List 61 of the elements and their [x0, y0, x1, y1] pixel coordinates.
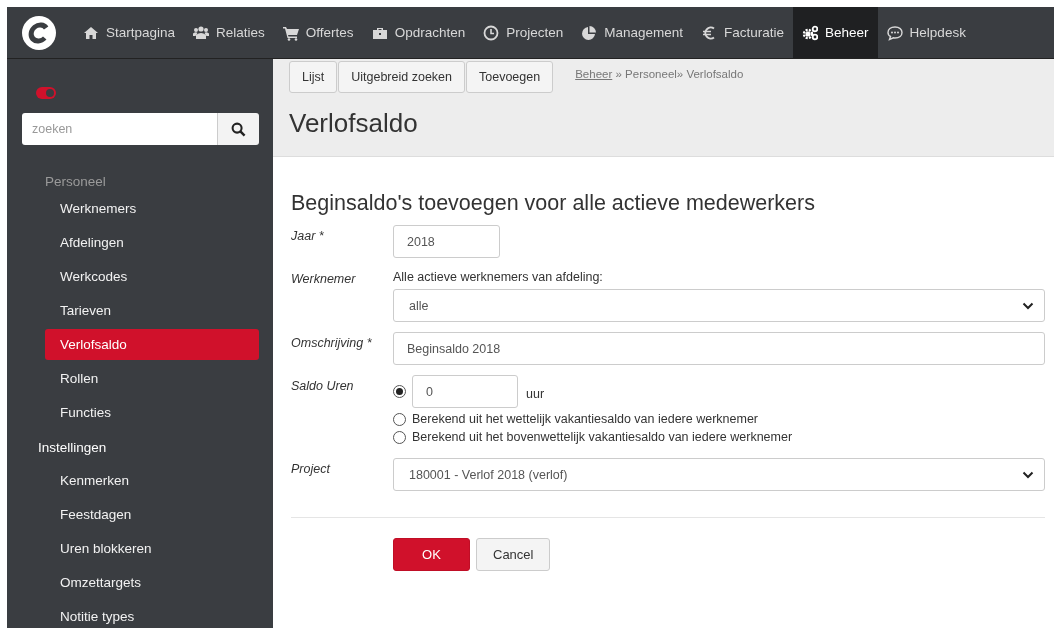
- logo-icon[interactable]: [22, 15, 56, 50]
- sidebar-item[interactable]: Afdelingen: [45, 227, 259, 258]
- form-heading: Beginsaldo's toevoegen voor alle actieve medewerkers: [291, 191, 815, 216]
- nav-item[interactable]: Helpdesk: [877, 7, 975, 58]
- sidebar-item[interactable]: Notitie types: [45, 601, 259, 628]
- field-label: Omschrijving *: [291, 335, 373, 352]
- breadcrumb-link[interactable]: Beheer: [575, 68, 613, 80]
- sidebar-item[interactable]: Tarieven: [45, 295, 259, 326]
- text-field[interactable]: 2018: [393, 225, 500, 258]
- unit-label: uur: [526, 385, 545, 401]
- nav-item[interactable]: Facturatie: [692, 7, 794, 58]
- cart-icon: [282, 24, 299, 41]
- toolbar-button[interactable]: Lijst: [289, 61, 338, 93]
- nav-item[interactable]: Management: [572, 7, 693, 58]
- sidebar-group: Personeel: [22, 171, 259, 193]
- sidebar-item[interactable]: Omzettargets: [45, 567, 259, 598]
- dropdown[interactable]: 180001 - Verlof 2018 (verlof): [393, 458, 1045, 491]
- hours-field[interactable]: 0: [412, 375, 518, 408]
- radio-button[interactable]: [393, 385, 406, 398]
- option-label: Berekend uit het wettelijk vakantiesaldo van iedere werknemer: [412, 412, 759, 426]
- cancel-button[interactable]: Cancel: [476, 538, 551, 571]
- toolbar-button[interactable]: Toevoegen: [466, 61, 554, 93]
- radio-button[interactable]: [393, 412, 406, 426]
- text-field[interactable]: Beginsaldo 2018: [393, 332, 1045, 365]
- clock-icon: [483, 24, 500, 41]
- sidebar-item[interactable]: Uren blokkeren: [45, 533, 259, 564]
- toggle-switch[interactable]: [36, 87, 56, 99]
- sidebar-group: Instellingen: [22, 431, 259, 465]
- nav-item[interactable]: Projecten: [474, 7, 573, 58]
- field-label: Saldo Uren: [291, 378, 355, 395]
- field-label: Jaar *: [291, 228, 325, 245]
- settings-icon: [802, 24, 819, 41]
- nav-item[interactable]: Startpagina: [74, 7, 185, 58]
- nav-item[interactable]: Offertes: [273, 7, 363, 58]
- toolbar-button[interactable]: Uitgebreid zoeken: [338, 61, 465, 93]
- search-button[interactable]: [217, 113, 259, 145]
- option-label: Berekend uit het bovenwettelijk vakantiesaldo van iedere werknemer: [412, 430, 793, 444]
- nav-item[interactable]: Relaties: [184, 7, 274, 58]
- sidebar-item[interactable]: Rollen: [45, 363, 259, 394]
- chat-bubble-icon: [886, 24, 903, 41]
- radio-button[interactable]: [393, 430, 406, 444]
- sidebar-item[interactable]: Feestdagen: [45, 499, 259, 530]
- pie-chart-icon: [581, 24, 598, 41]
- nav-item[interactable]: Opdrachten: [362, 7, 475, 58]
- people-icon: [193, 24, 210, 41]
- ok-button[interactable]: OK: [393, 538, 470, 571]
- home-icon: [83, 24, 99, 41]
- nav-item[interactable]: Beheer: [793, 7, 878, 58]
- sidebar-item[interactable]: Verlofsaldo: [45, 329, 259, 360]
- breadcrumb: Beheer » Personeel» Verlofsaldo: [575, 68, 744, 80]
- sidebar-item[interactable]: Kenmerken: [45, 465, 259, 496]
- sidebar-item[interactable]: Werknemers: [45, 193, 259, 224]
- field-hint: Alle actieve werknemers van afdeling:: [393, 270, 603, 284]
- search-icon: [231, 121, 246, 137]
- sidebar-item[interactable]: Werkcodes: [45, 261, 259, 292]
- dropdown[interactable]: alle: [393, 289, 1045, 322]
- search-field[interactable]: zoeken: [22, 113, 217, 145]
- sidebar-item[interactable]: Functies: [45, 397, 259, 428]
- page-title: Verlofsaldo: [289, 108, 418, 139]
- field-label: Werknemer: [291, 271, 357, 288]
- field-label: Project: [291, 461, 332, 478]
